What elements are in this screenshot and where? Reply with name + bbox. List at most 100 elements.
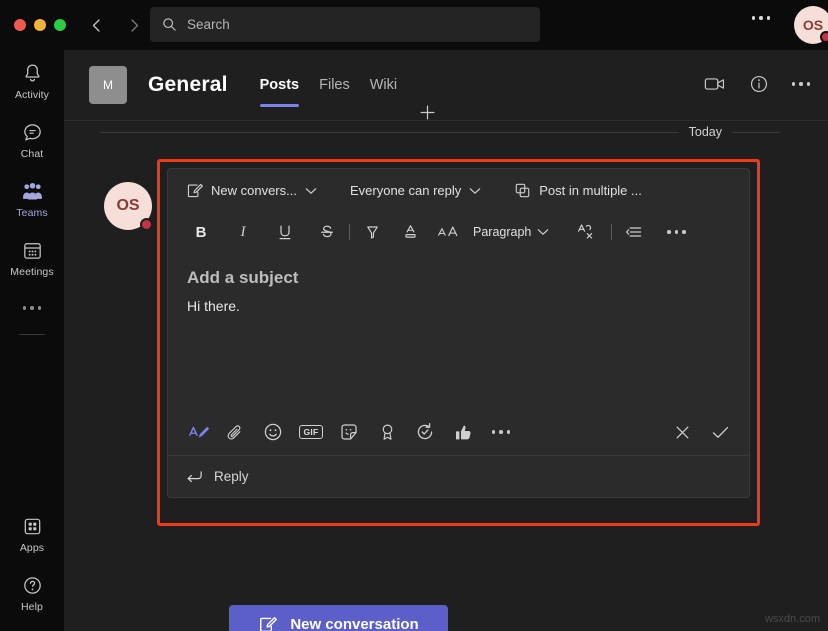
main-content: M General Posts Files Wiki	[64, 50, 828, 631]
new-conversation-label: New conversation	[290, 616, 418, 631]
approvals-icon[interactable]	[444, 423, 482, 442]
add-tab-button[interactable]	[419, 104, 436, 121]
chevron-down-icon[interactable]	[537, 228, 549, 236]
compose-options-toolbar: New convers... Everyone can reply Pos	[168, 169, 749, 212]
chevron-down-icon	[305, 187, 317, 195]
compose-icon	[258, 615, 277, 631]
sidebar-item-label: Teams	[16, 207, 47, 219]
discard-icon[interactable]	[673, 423, 692, 442]
new-conversation-dropdown-label: New convers...	[211, 183, 297, 198]
emoji-icon[interactable]	[254, 422, 292, 442]
chevron-down-icon	[469, 187, 481, 195]
maximize-window-button[interactable]	[54, 19, 66, 31]
compose-action-bar: GIF	[168, 409, 749, 455]
sidebar-more-icon[interactable]	[23, 306, 42, 310]
strikethrough-button[interactable]	[312, 224, 342, 241]
tab-wiki[interactable]: Wiki	[360, 50, 407, 121]
search-placeholder: Search	[187, 17, 230, 32]
copy-channels-icon	[514, 182, 531, 199]
apps-grid-icon	[21, 515, 44, 538]
tab-posts[interactable]: Posts	[250, 50, 310, 121]
team-avatar-initial: M	[103, 78, 113, 92]
calendar-icon	[21, 239, 44, 262]
praise-icon[interactable]	[368, 422, 406, 442]
channel-more-icon[interactable]	[792, 82, 811, 86]
send-check-icon[interactable]	[710, 423, 731, 442]
reply-arrow-icon	[186, 470, 203, 484]
navigation-arrows	[88, 17, 142, 33]
search-input[interactable]: Search	[150, 7, 540, 42]
sidebar-item-label: Activity	[15, 89, 49, 101]
formatting-more-icon[interactable]	[667, 230, 686, 234]
sidebar-item-label: Help	[21, 601, 43, 613]
compose-confirm-actions	[673, 423, 731, 442]
chat-icon	[21, 121, 44, 144]
date-divider-label: Today	[689, 125, 722, 139]
tab-label: Wiki	[370, 77, 397, 93]
paragraph-dropdown-label[interactable]: Paragraph	[473, 225, 531, 239]
post-in-multiple-label: Post in multiple ...	[539, 183, 642, 198]
underline-button[interactable]	[270, 224, 300, 241]
channel-tabs: Posts Files Wiki	[250, 50, 437, 121]
back-icon[interactable]	[88, 17, 104, 33]
format-icon[interactable]	[182, 422, 216, 442]
close-window-button[interactable]	[14, 19, 26, 31]
titlebar-more-icon[interactable]	[752, 16, 771, 20]
message-input[interactable]: Hi there.	[187, 298, 749, 314]
compose-icon	[186, 182, 203, 199]
channel-header: M General Posts Files Wiki	[64, 50, 828, 121]
post-in-multiple-channels-button[interactable]: Post in multiple ...	[514, 182, 642, 199]
channel-header-actions	[704, 74, 811, 94]
teams-window: Search OS Activity Chat	[0, 0, 828, 631]
search-icon	[162, 17, 177, 32]
page-title: General	[148, 73, 228, 97]
tab-label: Posts	[260, 77, 300, 93]
user-avatar[interactable]: OS	[794, 6, 828, 44]
presence-busy-icon	[820, 31, 828, 43]
sidebar-item-chat[interactable]: Chat	[0, 109, 64, 168]
tab-files[interactable]: Files	[309, 50, 360, 121]
sidebar-item-help[interactable]: Help	[0, 562, 64, 631]
loop-icon[interactable]	[406, 422, 444, 442]
reply-row[interactable]: Reply	[168, 455, 749, 497]
watermark: wsxdn.com	[765, 613, 820, 625]
italic-button[interactable]: I	[228, 224, 258, 241]
sidebar-item-label: Meetings	[10, 266, 53, 278]
info-icon[interactable]	[749, 74, 769, 94]
attach-icon[interactable]	[216, 423, 254, 442]
new-conversation-dropdown[interactable]: New convers...	[186, 182, 317, 199]
highlight-button[interactable]	[357, 224, 387, 241]
help-circle-icon	[21, 574, 44, 597]
sticker-icon[interactable]	[330, 422, 368, 442]
font-size-button[interactable]	[433, 224, 463, 240]
compose-more-icon[interactable]	[482, 430, 520, 434]
bold-button[interactable]: B	[186, 224, 216, 241]
forward-icon[interactable]	[126, 17, 142, 33]
minimize-window-button[interactable]	[34, 19, 46, 31]
sidebar-item-label: Apps	[20, 542, 44, 554]
bell-icon	[21, 62, 44, 85]
team-avatar[interactable]: M	[89, 66, 127, 104]
message-author-avatar: OS	[104, 182, 152, 230]
sidebar-item-teams[interactable]: Teams	[0, 168, 64, 227]
font-color-button[interactable]	[395, 223, 425, 241]
subject-input[interactable]: Add a subject	[187, 268, 749, 288]
rail-bottom-group: Apps Help	[0, 503, 64, 631]
sidebar-item-meetings[interactable]: Meetings	[0, 227, 64, 286]
toolbar-divider	[349, 224, 350, 240]
new-conversation-button[interactable]: New conversation	[229, 605, 448, 631]
compose-box: New convers... Everyone can reply Pos	[167, 168, 750, 498]
teams-icon	[20, 180, 45, 203]
indent-button[interactable]	[619, 224, 649, 240]
clear-formatting-button[interactable]	[571, 223, 601, 241]
sidebar-item-apps[interactable]: Apps	[0, 503, 64, 562]
video-camera-icon[interactable]	[704, 76, 726, 92]
gif-icon[interactable]: GIF	[292, 425, 330, 439]
divider-line-right	[732, 132, 780, 133]
divider-line-left	[100, 132, 679, 133]
reply-scope-dropdown[interactable]: Everyone can reply	[350, 183, 481, 198]
toolbar-divider	[611, 224, 612, 240]
window-controls	[14, 19, 72, 31]
sidebar-item-activity[interactable]: Activity	[0, 50, 64, 109]
reply-scope-label: Everyone can reply	[350, 183, 461, 198]
